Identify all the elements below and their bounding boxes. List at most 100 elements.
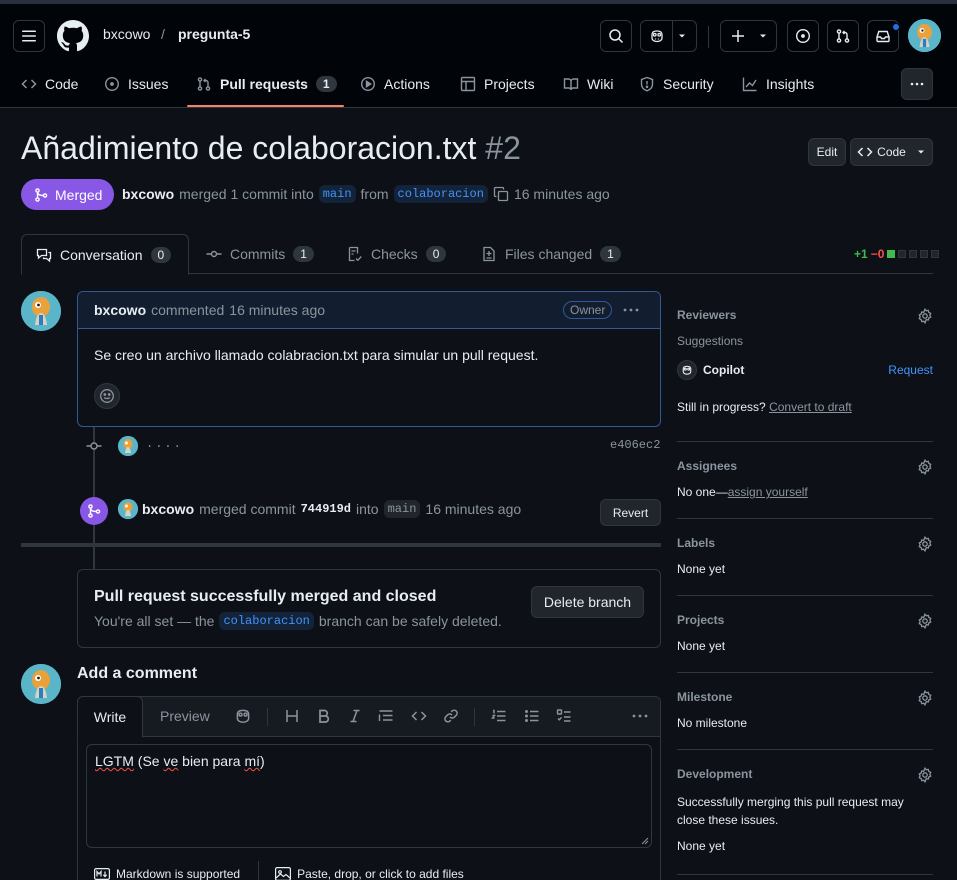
delete-branch-button[interactable]: Delete branch [531, 586, 644, 618]
book-icon [563, 78, 579, 91]
tab-issues-label: Issues [128, 76, 169, 92]
copilot-divider [672, 21, 673, 51]
more-tabs-button[interactable] [901, 68, 933, 100]
convert-to-draft-link[interactable]: Convert to draft [769, 400, 852, 414]
sidebar-assignees: Assignees No one—assign yourself [677, 459, 933, 499]
user-avatar[interactable] [908, 19, 941, 52]
copilot-menu-button[interactable] [640, 20, 697, 52]
tab-conversation[interactable]: Conversation 0 [21, 234, 189, 275]
code-icon [411, 711, 427, 721]
reviewers-title[interactable]: Reviewers [677, 308, 933, 322]
pr-time: 16 minutes ago [513, 186, 610, 202]
comment-text-word: bien para [178, 753, 245, 769]
suggested-reviewer-name[interactable]: Copilot [703, 363, 744, 377]
unordered-list-button[interactable] [524, 707, 540, 725]
assign-yourself-link[interactable]: assign yourself [728, 485, 808, 499]
markdown-note[interactable]: Markdown is supported [116, 867, 240, 880]
labels-settings-button[interactable] [917, 536, 933, 552]
request-review-link[interactable]: Request [888, 363, 933, 377]
merged-branch[interactable]: colaboracion [219, 612, 314, 630]
code-button[interactable] [411, 707, 427, 725]
add-reaction-button[interactable] [94, 383, 120, 409]
attach-files-note[interactable]: Paste, drop, or click to add files [297, 867, 464, 880]
code-icon [857, 147, 873, 157]
your-pull-requests-button[interactable] [827, 20, 859, 52]
task-list-button[interactable] [556, 707, 572, 725]
assignees-settings-button[interactable] [917, 459, 933, 475]
labels-title[interactable]: Labels [677, 536, 933, 550]
tab-commits[interactable]: Commits 1 [206, 234, 314, 274]
edit-title-label: Edit [816, 145, 838, 159]
copy-icon[interactable] [493, 186, 509, 202]
base-branch[interactable]: main [318, 185, 356, 203]
tab-checks[interactable]: Checks 0 [347, 234, 447, 274]
tab-files-changed-label: Files changed [505, 246, 593, 262]
merge-author[interactable]: bxcowo [142, 501, 194, 517]
repo-header: bxcowo / pregunta-5 Code Issues Pull req… [0, 4, 957, 108]
comment-text-word: ) [260, 753, 265, 769]
merged-state-label: Merged [55, 186, 103, 203]
tab-pull-requests[interactable]: Pull requests 1 [196, 64, 337, 104]
tab-issues[interactable]: Issues [104, 64, 168, 104]
merge-time[interactable]: 16 minutes ago [425, 501, 521, 517]
projects-settings-button[interactable] [917, 613, 933, 629]
tab-code[interactable]: Code [21, 64, 78, 104]
milestone-settings-button[interactable] [917, 690, 933, 706]
create-new-button[interactable] [720, 20, 777, 52]
breadcrumb-owner[interactable]: bxcowo [103, 26, 150, 42]
development-title[interactable]: Development [677, 767, 933, 781]
plus-icon [731, 30, 744, 42]
merged-status-box: Pull request successfully merged and clo… [77, 569, 661, 648]
commit-sha[interactable]: e406ec2 [610, 438, 660, 452]
avatar-image [118, 499, 138, 519]
tab-projects[interactable]: Projects [460, 64, 535, 104]
assignees-title[interactable]: Assignees [677, 459, 933, 473]
milestone-title[interactable]: Milestone [677, 690, 933, 704]
comment-textarea[interactable]: LGTM (Se ve bien para mí) [86, 744, 652, 848]
commit-author-avatar[interactable] [118, 436, 138, 456]
edit-title-button[interactable]: Edit [808, 138, 846, 166]
link-button[interactable] [443, 707, 459, 725]
search-button[interactable] [600, 20, 632, 52]
your-issues-button[interactable] [787, 20, 819, 52]
tab-insights[interactable]: Insights [742, 64, 814, 104]
merge-base-branch[interactable]: main [383, 500, 421, 518]
commit-node [86, 438, 102, 454]
tab-files-changed[interactable]: Files changed 1 [481, 234, 621, 274]
copilot-icon [682, 365, 692, 375]
tab-write[interactable]: Write [77, 696, 143, 738]
menu-button[interactable] [13, 20, 45, 52]
development-settings-button[interactable] [917, 767, 933, 783]
ordered-list-button[interactable] [491, 707, 507, 725]
tab-actions[interactable]: Actions [360, 64, 430, 104]
heading-button[interactable] [284, 707, 300, 725]
tab-wiki[interactable]: Wiki [563, 64, 613, 104]
code-dropdown-button[interactable]: Code [850, 138, 933, 166]
resize-handle-icon[interactable] [639, 835, 649, 845]
comment-options-button[interactable] [622, 302, 640, 318]
current-user-avatar[interactable] [21, 664, 61, 704]
tab-preview[interactable]: Preview [160, 708, 210, 724]
github-logo[interactable] [57, 20, 89, 52]
copilot-button[interactable] [234, 707, 252, 725]
comment-author-avatar[interactable] [21, 291, 61, 331]
commit-message[interactable]: .... [146, 437, 183, 451]
quote-button[interactable] [378, 707, 394, 725]
editor-footer: Markdown is supported Paste, drop, or cl… [94, 861, 464, 880]
merge-commit-sha[interactable]: 744919d [301, 502, 351, 516]
pr-author[interactable]: bxcowo [122, 186, 174, 202]
head-branch[interactable]: colaboracion [393, 185, 488, 203]
merge-author-avatar[interactable] [118, 499, 138, 519]
italic-button[interactable] [347, 707, 363, 725]
comment-time[interactable]: 16 minutes ago [229, 302, 325, 318]
comment-author[interactable]: bxcowo [94, 302, 146, 318]
editor-more-button[interactable] [631, 707, 649, 725]
projects-title[interactable]: Projects [677, 613, 933, 627]
revert-button[interactable]: Revert [600, 499, 661, 526]
bold-button[interactable] [316, 707, 332, 725]
comment-text-word: LGTM [95, 753, 134, 769]
tab-security[interactable]: Security [639, 64, 714, 104]
breadcrumb-repo[interactable]: pregunta-5 [178, 26, 250, 42]
reviewers-settings-button[interactable] [917, 308, 933, 324]
code-icon [21, 79, 37, 89]
